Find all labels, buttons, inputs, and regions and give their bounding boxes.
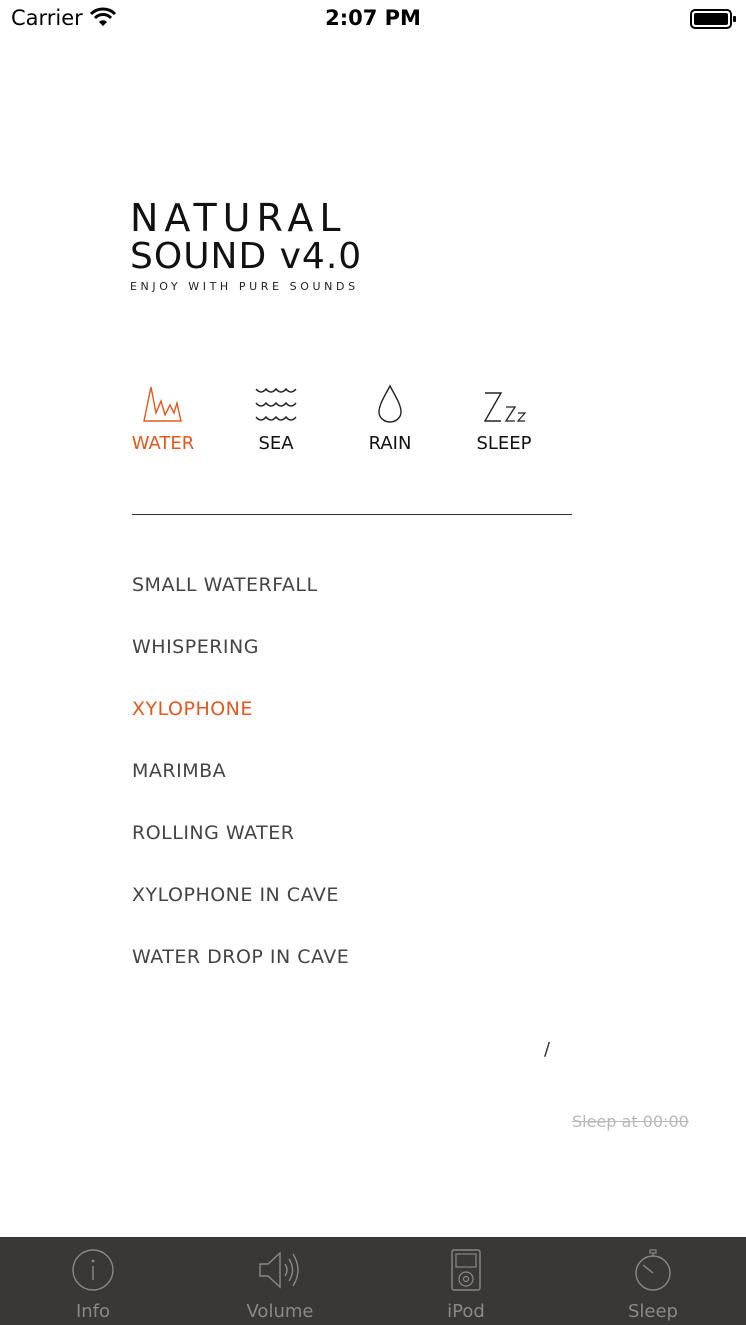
category-label: SEA <box>258 433 294 454</box>
track-item-selected[interactable]: XYLOPHONE <box>132 698 253 720</box>
playback-time-separator: / <box>544 1039 551 1060</box>
category-rain[interactable]: RAIN <box>340 383 440 454</box>
tab-label: Info <box>75 1301 111 1322</box>
track-item[interactable]: ROLLING WATER <box>132 822 295 844</box>
raindrop-icon <box>378 384 402 423</box>
status-bar: Carrier 2:07 PM <box>0 0 746 40</box>
app-logo: NATURAL SOUND v4.0 ENJOY WITH PURE SOUND… <box>130 198 362 293</box>
logo-tagline: ENJOY WITH PURE SOUNDS <box>130 280 359 293</box>
info-icon <box>72 1249 114 1291</box>
category-label: SLEEP <box>476 433 532 454</box>
stopwatch-icon <box>635 1249 671 1291</box>
logo-title-line1: NATURAL <box>130 196 347 240</box>
speaker-icon <box>259 1251 299 1289</box>
category-sleep[interactable]: SLEEP <box>454 383 554 454</box>
track-item[interactable]: SMALL WATERFALL <box>132 574 318 596</box>
sea-waves-icon <box>255 387 297 421</box>
section-divider <box>132 514 572 515</box>
battery-icon <box>690 9 736 29</box>
track-item[interactable]: WHISPERING <box>132 636 259 658</box>
tab-info[interactable]: Info <box>0 1237 186 1325</box>
status-time: 2:07 PM <box>325 6 421 30</box>
track-item[interactable]: MARIMBA <box>132 760 226 782</box>
water-wave-icon <box>143 386 182 422</box>
tab-sleep[interactable]: Sleep <box>560 1237 746 1325</box>
tab-bar: Info Volume iPod Sleep <box>0 1237 746 1325</box>
category-label: RAIN <box>368 433 412 454</box>
category-label: WATER <box>131 433 195 454</box>
sleep-timer-label[interactable]: Sleep at 00:00 <box>572 1112 689 1131</box>
category-sea[interactable]: SEA <box>226 383 326 454</box>
tab-label: iPod <box>447 1301 485 1322</box>
category-water[interactable]: WATER <box>113 383 213 454</box>
logo-title-line2: SOUND v4.0 <box>130 236 363 277</box>
tab-label: Volume <box>246 1301 314 1322</box>
tab-ipod[interactable]: iPod <box>373 1237 559 1325</box>
track-item[interactable]: XYLOPHONE IN CAVE <box>132 884 339 906</box>
zzz-icon <box>483 392 527 422</box>
tab-label: Sleep <box>627 1301 678 1322</box>
ipod-icon <box>451 1249 481 1291</box>
track-item[interactable]: WATER DROP IN CAVE <box>132 946 349 968</box>
tab-volume[interactable]: Volume <box>187 1237 373 1325</box>
